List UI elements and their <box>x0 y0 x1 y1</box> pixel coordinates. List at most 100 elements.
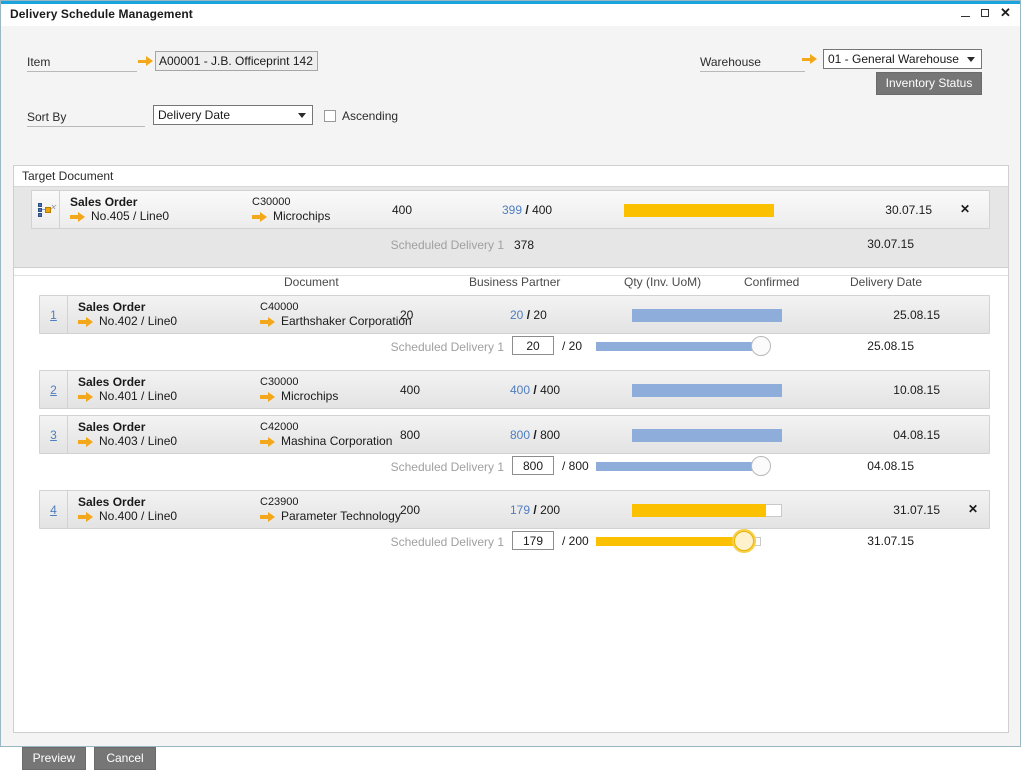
document-arrow-icon <box>78 437 94 447</box>
confirmed-total: 400 <box>532 203 552 217</box>
scheduled-delivery-row: Scheduled Delivery 1/ 2025.08.15 <box>14 334 1008 362</box>
confirmed-total: 400 <box>540 383 560 397</box>
window-title: Delivery Schedule Management <box>10 7 193 21</box>
scheduled-delivery-date: 25.08.15 <box>834 339 914 353</box>
preview-button[interactable]: Preview <box>22 747 86 770</box>
maximize-icon[interactable] <box>979 6 992 20</box>
item-label: Item <box>27 55 137 72</box>
pinned-table-row[interactable]: ✕ Sales Order No.405 / Line0 <box>31 190 990 229</box>
confirmed-separator: / <box>533 383 536 397</box>
minimize-icon[interactable] <box>959 6 972 20</box>
document-subtitle: No.403 / Line0 <box>99 434 177 449</box>
row-index[interactable]: 1 <box>40 296 68 333</box>
business-partner-cell: C40000Earthshaker Corporation <box>260 300 412 329</box>
scheduled-delivery-total: / 800 <box>562 459 589 473</box>
qty-bar <box>632 309 782 322</box>
confirmed-cell: 400 / 400 <box>510 383 560 397</box>
document-title: Sales Order <box>78 300 177 314</box>
confirmed-value: 179 <box>510 503 530 517</box>
delete-row-button[interactable]: ✕ <box>957 202 973 216</box>
scheduled-delivery-input[interactable] <box>512 336 554 355</box>
row-index[interactable]: 3 <box>40 416 68 453</box>
ascending-checkbox[interactable] <box>324 110 336 122</box>
table-row[interactable]: 4Sales OrderNo.400 / Line0C23900Paramete… <box>39 490 990 529</box>
delivery-schedule-window: Delivery Schedule Management ✕ Item A000… <box>0 0 1021 747</box>
warehouse-link-arrow-icon[interactable] <box>802 52 818 66</box>
document-subtitle: No.405 / Line0 <box>91 209 169 224</box>
business-partner-name: Parameter Technology <box>281 509 401 524</box>
confirmed-value: 399 <box>502 203 522 217</box>
ascending-label: Ascending <box>342 109 398 123</box>
scheduled-delivery-input[interactable] <box>512 531 554 550</box>
scheduled-delivery-slider[interactable] <box>596 342 761 351</box>
confirmed-cell: 800 / 800 <box>510 428 560 442</box>
scheduled-delivery-date: 31.07.15 <box>834 534 914 548</box>
business-partner-arrow-icon <box>252 212 268 222</box>
hierarchy-icon-cell[interactable]: ✕ <box>32 191 60 228</box>
qty-cell: 400 <box>400 383 420 397</box>
pinned-scheduled-delivery-row: Scheduled Delivery 1 378 30.07.15 <box>14 232 1008 260</box>
scheduled-delivery-slider[interactable] <box>596 537 761 546</box>
slider-fill <box>596 462 761 471</box>
scheduled-delivery-label: Scheduled Delivery 1 <box>384 238 504 252</box>
delivery-date-cell: 31.07.15 <box>860 503 940 517</box>
warehouse-label: Warehouse <box>700 55 805 72</box>
document-arrow-icon <box>78 317 94 327</box>
warehouse-select[interactable]: 01 - General Warehouse <box>823 49 982 69</box>
document-subtitle: No.402 / Line0 <box>99 314 177 329</box>
document-title: Sales Order <box>70 195 169 209</box>
delivery-date-cell: 04.08.15 <box>860 428 940 442</box>
scheduled-delivery-value: 378 <box>514 238 534 252</box>
business-partner-name: Mashina Corporation <box>281 434 392 449</box>
qty-cell: 20 <box>400 308 413 322</box>
delivery-date-cell: 25.08.15 <box>860 308 940 322</box>
scheduled-delivery-input[interactable] <box>512 456 554 475</box>
row-index[interactable]: 2 <box>40 371 68 408</box>
warehouse-select-value: 01 - General Warehouse <box>828 52 959 66</box>
column-header-qty: Qty (Inv. UoM) <box>624 275 701 289</box>
confirmed-total: 200 <box>540 503 560 517</box>
scheduled-delivery-label: Scheduled Delivery 1 <box>384 460 504 474</box>
qty-bar-fill <box>632 504 766 517</box>
business-partner-arrow-icon <box>260 437 276 447</box>
cancel-button[interactable]: Cancel <box>94 747 156 770</box>
slider-thumb[interactable] <box>734 531 754 551</box>
row-index[interactable]: 4 <box>40 491 68 528</box>
document-subtitle: No.400 / Line0 <box>99 509 177 524</box>
confirmed-cell: 399 / 400 <box>502 203 552 217</box>
slider-thumb[interactable] <box>751 456 771 476</box>
slider-thumb[interactable] <box>751 336 771 356</box>
item-input[interactable]: A00001 - J.B. Officeprint 142 <box>155 51 318 71</box>
ascending-checkbox-wrap[interactable]: Ascending <box>324 109 398 123</box>
scheduled-delivery-slider[interactable] <box>596 462 761 471</box>
business-partner-arrow-icon <box>260 512 276 522</box>
table-row[interactable]: 1 Sales OrderNo.402 / Line0 C40000Earthsha… <box>39 295 990 334</box>
business-partner-cell: C42000Mashina Corporation <box>260 420 392 449</box>
confirmed-value: 20 <box>510 308 523 322</box>
delete-row-button[interactable]: ✕ <box>965 502 981 516</box>
sort-by-select[interactable]: Delivery Date <box>153 105 313 125</box>
document-cell: Sales Order No.405 / Line0 <box>70 195 169 224</box>
close-icon[interactable]: ✕ <box>999 6 1012 20</box>
form-area: Item A00001 - J.B. Officeprint 142 Wareh… <box>2 27 1020 131</box>
confirmed-separator: / <box>533 428 536 442</box>
inventory-status-button[interactable]: Inventory Status <box>876 72 982 95</box>
business-partner-name: Earthshaker Corporation <box>281 314 412 329</box>
column-headers: Document Business Partner Qty (Inv. UoM)… <box>14 270 1008 294</box>
scheduled-delivery-label: Scheduled Delivery 1 <box>384 340 504 354</box>
business-partner-code: C42000 <box>260 420 392 434</box>
table-row[interactable]: 3Sales OrderNo.403 / Line0C42000Mashina … <box>39 415 990 454</box>
document-subtitle: No.401 / Line0 <box>99 389 177 404</box>
table-row[interactable]: 2Sales OrderNo.401 / Line0C30000Microchi… <box>39 370 990 409</box>
qty-bar <box>632 504 782 517</box>
hierarchy-icon: ✕ <box>38 203 54 217</box>
title-bar: Delivery Schedule Management ✕ <box>1 1 1020 26</box>
delivery-date-cell: 30.07.15 <box>852 203 932 217</box>
scheduled-delivery-row: Scheduled Delivery 1/ 80004.08.15 <box>14 454 1008 482</box>
scheduled-delivery-total: / 200 <box>562 534 589 548</box>
window-content: Item A00001 - J.B. Officeprint 142 Wareh… <box>2 27 1020 746</box>
item-link-arrow-icon[interactable] <box>138 54 154 68</box>
slider-fill <box>596 537 744 546</box>
qty-bar <box>632 384 782 397</box>
business-partner-code: C30000 <box>252 195 330 209</box>
